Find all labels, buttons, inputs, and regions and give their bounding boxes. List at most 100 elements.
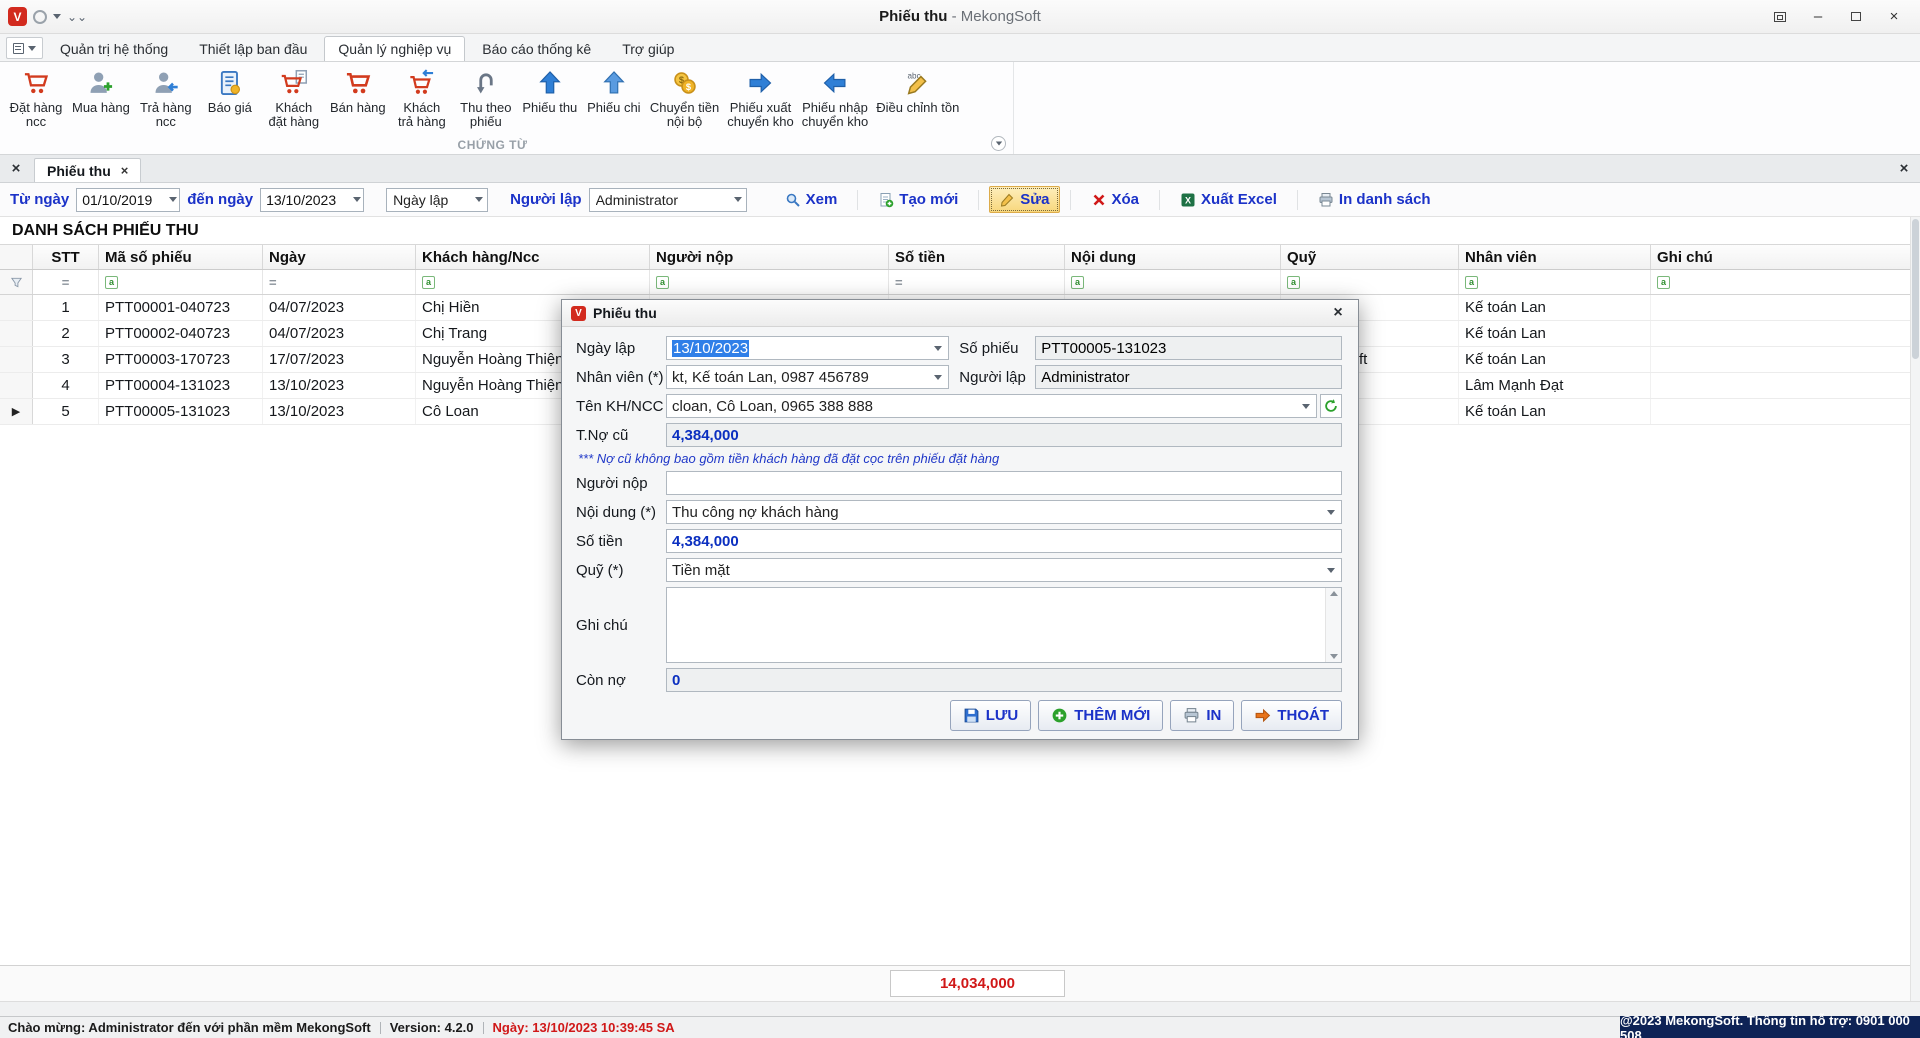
scroll-down-icon[interactable] bbox=[1330, 654, 1338, 659]
cart-icon bbox=[343, 68, 373, 98]
chevron-down-icon[interactable] bbox=[934, 346, 942, 351]
from-date-field[interactable] bbox=[76, 188, 180, 212]
filter-cell-ngay[interactable] bbox=[263, 270, 416, 294]
quy-combo[interactable]: Tiền mặt bbox=[666, 558, 1342, 582]
tab-quan-ly-nghiep-vu[interactable]: Quản lý nghiệp vụ bbox=[324, 36, 465, 61]
save-button[interactable]: LƯU bbox=[950, 700, 1031, 731]
scroll-up-icon[interactable] bbox=[1330, 591, 1338, 596]
nguoi-nop-field[interactable] bbox=[666, 471, 1342, 495]
chevron-down-icon[interactable] bbox=[934, 375, 942, 380]
textarea-scrollbar[interactable] bbox=[1325, 588, 1341, 662]
column-header-ma-so-phieu[interactable]: Mã số phiếu bbox=[99, 245, 263, 269]
from-date-input[interactable] bbox=[77, 192, 169, 208]
customize-toolbar-icon[interactable]: ⌄⌄ bbox=[67, 10, 87, 24]
cell-nhan-vien: Kế toán Lan bbox=[1459, 295, 1651, 320]
ribbon-item-bao-gia[interactable]: Báo giá bbox=[198, 66, 262, 117]
column-header-noi-dung[interactable]: Nội dung bbox=[1065, 245, 1281, 269]
add-new-button[interactable]: THÊM MỚI bbox=[1038, 700, 1163, 731]
column-header-nguoi-nop[interactable]: Người nộp bbox=[650, 245, 889, 269]
ribbon-item-ban-hang[interactable]: Bán hàng bbox=[326, 66, 390, 117]
chevron-down-icon[interactable] bbox=[53, 14, 61, 19]
filter-cell-noi-dung[interactable] bbox=[1065, 270, 1281, 294]
fit-window-button[interactable] bbox=[1762, 4, 1798, 30]
chevron-down-icon[interactable] bbox=[169, 197, 177, 202]
column-header-ghi-chu[interactable]: Ghi chú bbox=[1651, 245, 1920, 269]
column-header-ngay[interactable]: Ngày bbox=[263, 245, 416, 269]
ribbon-item-dieu-chinh-ton[interactable]: abc Điều chỉnh tồn bbox=[872, 66, 963, 117]
sort-field-combo[interactable]: Ngày lập bbox=[386, 188, 488, 212]
nguoi-lap-field[interactable] bbox=[1035, 365, 1342, 389]
view-button[interactable]: Xem bbox=[775, 186, 848, 213]
refresh-customer-button[interactable] bbox=[1320, 394, 1342, 418]
group-dialog-launcher-icon[interactable] bbox=[991, 136, 1006, 151]
so-phieu-field[interactable] bbox=[1035, 336, 1342, 360]
ribbon-item-tra-hang-ncc[interactable]: Trả hàng ncc bbox=[134, 66, 198, 131]
restore-button[interactable] bbox=[1838, 4, 1874, 30]
filter-cell-nguoi-nop[interactable] bbox=[650, 270, 889, 294]
tab-thiet-lap-ban-dau[interactable]: Thiết lập ban đầu bbox=[185, 36, 321, 61]
noi-dung-combo[interactable]: Thu công nợ khách hàng bbox=[666, 500, 1342, 524]
ribbon-item-phieu-chi[interactable]: Phiếu chi bbox=[582, 66, 646, 117]
so-tien-field[interactable] bbox=[666, 529, 1342, 553]
to-date-field[interactable] bbox=[260, 188, 364, 212]
dialog-close-icon[interactable]: × bbox=[1327, 304, 1349, 322]
no-cu-field[interactable] bbox=[666, 423, 1342, 447]
column-header-quy[interactable]: Quỹ bbox=[1281, 245, 1459, 269]
filter-cell-stt[interactable] bbox=[33, 270, 99, 294]
ribbon-item-phieu-nhap-chuyen-kho[interactable]: Phiếu nhập chuyển kho bbox=[798, 66, 873, 131]
filter-cell-so-tien[interactable] bbox=[889, 270, 1065, 294]
ribbon-item-khach-dat-hang[interactable]: Khách đặt hàng bbox=[262, 66, 326, 131]
delete-button[interactable]: Xóa bbox=[1081, 186, 1150, 213]
scrollbar-thumb[interactable] bbox=[1912, 219, 1919, 359]
filter-cell-ghi-chu[interactable] bbox=[1651, 270, 1920, 294]
print-button[interactable]: IN bbox=[1170, 700, 1234, 731]
quick-access-button[interactable] bbox=[33, 10, 47, 24]
close-tab-icon[interactable]: × bbox=[121, 163, 129, 178]
filter-cell-nhan-vien[interactable] bbox=[1459, 270, 1651, 294]
chevron-down-icon[interactable] bbox=[353, 197, 361, 202]
chevron-down-icon[interactable] bbox=[1327, 568, 1335, 573]
close-button[interactable]: × bbox=[1876, 4, 1912, 30]
ribbon-item-phieu-xuat-chuyen-kho[interactable]: Phiếu xuất chuyển kho bbox=[723, 66, 798, 131]
doc-tab-phieu-thu[interactable]: Phiếu thu × bbox=[34, 158, 141, 182]
contains-operator-icon bbox=[1465, 276, 1478, 289]
create-new-button[interactable]: Tạo mới bbox=[868, 186, 968, 213]
to-date-input[interactable] bbox=[261, 192, 353, 208]
nhan-vien-combo[interactable]: kt, Kế toán Lan, 0987 456789 bbox=[666, 365, 949, 389]
ribbon-item-khach-tra-hang[interactable]: Khách trả hàng bbox=[390, 66, 454, 131]
filter-cell-ma-so-phieu[interactable] bbox=[99, 270, 263, 294]
tab-quan-tri-he-thong[interactable]: Quản trị hệ thống bbox=[46, 36, 182, 61]
chevron-down-icon[interactable] bbox=[1302, 404, 1310, 409]
ghi-chu-label: Ghi chú bbox=[576, 617, 666, 634]
column-header-stt[interactable]: STT bbox=[33, 245, 99, 269]
ribbon-item-phieu-thu[interactable]: Phiếu thu bbox=[518, 66, 582, 117]
column-header-nhan-vien[interactable]: Nhân viên bbox=[1459, 245, 1651, 269]
chevron-down-icon[interactable] bbox=[1327, 510, 1335, 515]
ribbon-item-dat-hang-ncc[interactable]: Đặt hàng ncc bbox=[4, 66, 68, 131]
dialog-titlebar[interactable]: V Phiếu thu × bbox=[562, 300, 1358, 327]
column-header-khach-hang[interactable]: Khách hàng/Ncc bbox=[416, 245, 650, 269]
tab-bao-cao-thong-ke[interactable]: Báo cáo thống kê bbox=[468, 36, 605, 61]
filter-cell-khach-hang[interactable] bbox=[416, 270, 650, 294]
ribbon-display-options-button[interactable] bbox=[6, 37, 43, 59]
ribbon-item-mua-hang[interactable]: Mua hàng bbox=[68, 66, 134, 117]
close-all-tabs-icon[interactable]: × bbox=[0, 155, 32, 182]
column-header-so-tien[interactable]: Số tiền bbox=[889, 245, 1065, 269]
edit-button[interactable]: Sửa bbox=[989, 186, 1059, 213]
ribbon-item-thu-theo-phieu[interactable]: Thu theo phiếu bbox=[454, 66, 518, 131]
close-document-icon[interactable]: × bbox=[1888, 155, 1920, 182]
vertical-scrollbar[interactable] bbox=[1910, 217, 1920, 1001]
quy-label: Quỹ (*) bbox=[576, 562, 666, 579]
ten-kh-combo[interactable]: cloan, Cô Loan, 0965 388 888 bbox=[666, 394, 1317, 418]
ghi-chu-textarea[interactable] bbox=[667, 588, 1341, 662]
print-list-button[interactable]: In danh sách bbox=[1308, 186, 1441, 213]
tab-tro-giup[interactable]: Trợ giúp bbox=[608, 36, 688, 61]
filter-cell-quy[interactable] bbox=[1281, 270, 1459, 294]
ribbon-item-chuyen-tien-noi-bo[interactable]: $$ Chuyển tiền nội bộ bbox=[646, 66, 723, 131]
export-excel-button[interactable]: XXuất Excel bbox=[1170, 186, 1287, 213]
creator-combo[interactable]: Administrator bbox=[589, 188, 747, 212]
minimize-button[interactable]: – bbox=[1800, 4, 1836, 30]
con-no-field[interactable] bbox=[666, 668, 1342, 692]
exit-button[interactable]: THOÁT bbox=[1241, 700, 1342, 731]
ngay-lap-field[interactable]: 13/10/2023 bbox=[666, 336, 949, 360]
